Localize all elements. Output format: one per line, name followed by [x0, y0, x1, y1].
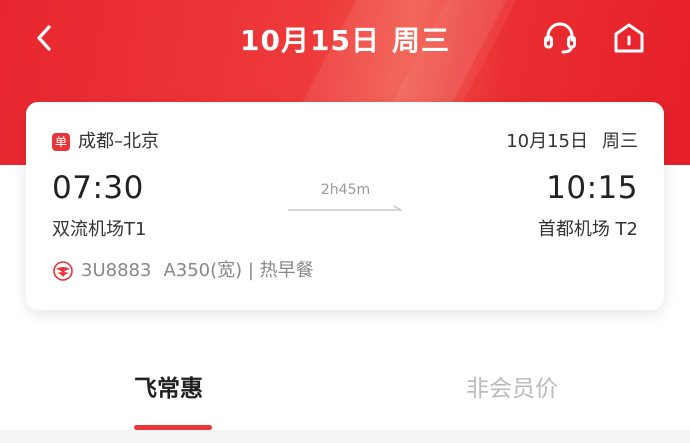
page-title: 10月15日 周三: [0, 22, 690, 60]
flight-number: 3U8883: [81, 260, 152, 281]
departure-airport: 双流机场T1: [52, 219, 147, 240]
content-divider: [0, 430, 690, 443]
flight-info: 3U8883 A350(宽) | 热早餐: [81, 259, 314, 283]
arrival-time: 10:15: [546, 170, 638, 206]
home-button[interactable]: [609, 20, 649, 60]
flight-date-weekday: 周三: [602, 131, 638, 152]
title-date: 10月15日: [240, 24, 380, 57]
tab-non-member-price[interactable]: 非会员价: [466, 374, 558, 404]
headset-icon: [541, 19, 579, 61]
tab-member-price[interactable]: 飞常惠: [134, 374, 203, 404]
flight-route: 成都–北京: [78, 131, 159, 152]
aircraft-type: A350(宽): [163, 260, 243, 281]
flight-card[interactable]: 单 成都–北京 10月15日 周三 07:30 2h45m 10:15 双流机场T…: [26, 102, 664, 310]
departure-time: 07:30: [52, 170, 144, 206]
customer-service-button[interactable]: [540, 20, 580, 60]
one-way-badge: 单: [52, 133, 70, 151]
flight-date-day: 10月15日: [506, 131, 588, 152]
airline-logo-icon: [53, 261, 73, 281]
duration-arrow-icon: [288, 200, 403, 219]
meal-info: | 热早餐: [247, 260, 314, 281]
arrival-airport: 首都机场 T2: [537, 219, 638, 240]
back-button[interactable]: [26, 22, 62, 58]
flight-duration: 2h45m: [320, 182, 371, 198]
title-weekday: 周三: [391, 24, 450, 57]
flight-date: 10月15日 周三: [506, 130, 638, 154]
home-icon: [611, 20, 647, 60]
chevron-left-icon: [33, 23, 55, 57]
